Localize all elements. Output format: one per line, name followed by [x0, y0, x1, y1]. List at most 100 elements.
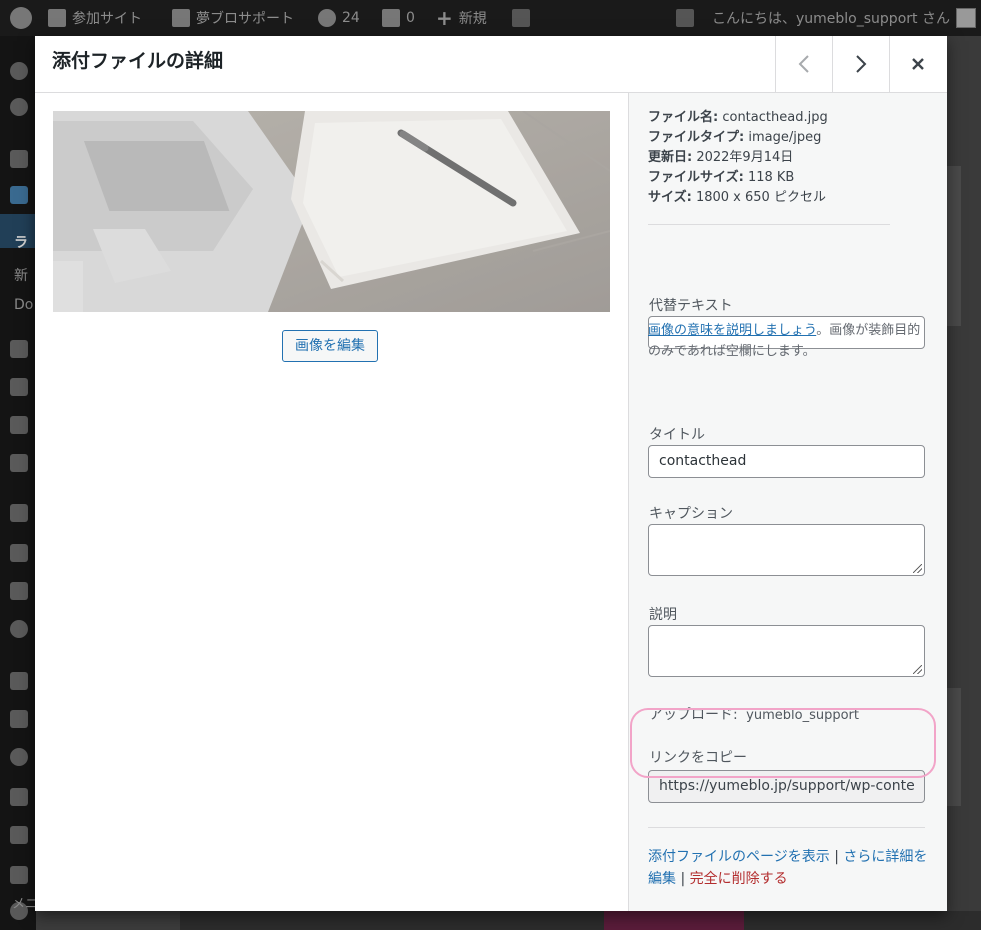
marketing-icon[interactable] — [10, 620, 28, 638]
filetype-value: image/jpeg — [748, 130, 822, 145]
alt-text-help-link[interactable]: 画像の意味を説明しましょう — [648, 323, 816, 338]
pages-icon[interactable] — [10, 340, 28, 358]
new-label: 新規 — [458, 11, 487, 27]
caption-textarea[interactable] — [648, 524, 925, 576]
attachment-details-modal: 添付ファイルの詳細 画像を編集 ファイル名: contacthead.jpg フ… — [35, 36, 947, 911]
uploaded-by-value: yumeblo_support — [746, 708, 859, 723]
site-name-menu[interactable]: 夢ブロサポート — [172, 0, 294, 36]
delete-permanently-link[interactable]: 完全に削除する — [690, 871, 788, 887]
background-thumbnail — [604, 911, 744, 930]
woocommerce-icon[interactable] — [10, 504, 28, 522]
laptop-notebook-image — [53, 111, 610, 312]
comments-icon[interactable] — [10, 378, 28, 396]
resize-handle-icon[interactable] — [913, 665, 922, 674]
products-icon[interactable] — [10, 544, 28, 562]
divider — [648, 224, 890, 225]
media-icon[interactable] — [10, 186, 28, 204]
comments-menu[interactable]: 0 — [382, 0, 415, 36]
view-attachment-page-link[interactable]: 添付ファイルのページを表示 — [648, 849, 830, 865]
plugins-icon[interactable] — [10, 710, 28, 728]
separator: | — [680, 871, 686, 887]
dimensions-value: 1800 x 650 ピクセル — [695, 190, 826, 205]
title-input[interactable]: contacthead — [648, 445, 925, 478]
filesize-label: ファイルサイズ: — [648, 170, 744, 185]
background-panel — [947, 688, 961, 806]
mail-icon[interactable] — [10, 416, 28, 434]
greeting: こんにちは、yumeblo_support さん — [712, 11, 950, 27]
alt-text-label: 代替テキスト — [649, 298, 733, 314]
file-details: ファイル名: contacthead.jpg ファイルタイプ: image/jp… — [648, 108, 828, 208]
dashboard-icon[interactable] — [10, 62, 28, 80]
title-label: タイトル — [649, 427, 705, 443]
filetype-row: ファイルタイプ: image/jpeg — [648, 128, 828, 148]
background-strip — [180, 911, 981, 930]
separator: | — [834, 849, 839, 865]
resize-handle-icon[interactable] — [913, 564, 922, 573]
tools-icon[interactable] — [10, 788, 28, 806]
sites-icon — [48, 9, 66, 27]
site-name-label: 夢ブロサポート — [196, 11, 294, 27]
close-icon — [912, 58, 924, 70]
divider — [648, 827, 925, 828]
description-textarea[interactable] — [648, 625, 925, 677]
analytics-icon[interactable] — [10, 582, 28, 600]
sidemenu-add-new[interactable]: 新 — [14, 265, 28, 285]
uploaded-by: アップロード: yumeblo_support — [649, 704, 859, 724]
chevron-left-icon — [798, 55, 809, 73]
filename-value: contacthead.jpg — [722, 110, 828, 125]
filesize-value: 118 KB — [747, 170, 795, 185]
caption-label: キャプション — [649, 506, 733, 522]
home-icon — [172, 9, 190, 27]
edit-image-button[interactable]: 画像を編集 — [282, 330, 378, 362]
pin-icon[interactable] — [10, 150, 28, 168]
attachment-actions: 添付ファイルのページを表示 | さらに詳細を編集 | 完全に削除する — [648, 846, 933, 890]
notification-icon[interactable] — [676, 0, 694, 36]
description-label: 説明 — [649, 607, 677, 623]
settings-icon[interactable] — [10, 826, 28, 844]
chevron-right-icon — [856, 55, 867, 73]
wordpress-logo-icon[interactable] — [10, 0, 32, 36]
plus-icon: + — [436, 6, 453, 30]
updates-icon — [318, 9, 336, 27]
dimensions-row: サイズ: 1800 x 650 ピクセル — [648, 188, 828, 208]
avatar — [955, 8, 976, 28]
alt-text-help: 画像の意味を説明しましょう。画像が装飾目的のみであれば空欄にします。 — [648, 320, 928, 362]
account-menu[interactable]: こんにちは、yumeblo_support さん — [712, 0, 976, 36]
close-button[interactable] — [889, 36, 946, 92]
modal-header: 添付ファイルの詳細 — [35, 36, 947, 93]
filetype-label: ファイルタイプ: — [648, 130, 745, 145]
modal-title: 添付ファイルの詳細 — [52, 50, 224, 72]
my-sites-menu[interactable]: 参加サイト — [48, 0, 142, 36]
jetpack-icon[interactable] — [10, 98, 28, 116]
plugin-icon[interactable] — [512, 0, 530, 36]
updated-value: 2022年9月14日 — [696, 150, 794, 165]
comments-count: 0 — [406, 10, 415, 26]
forms-icon[interactable] — [10, 454, 28, 472]
admin-side-menu: ラ 新 Do — [0, 36, 36, 930]
attachment-info-sidebar: ファイル名: contacthead.jpg ファイルタイプ: image/jp… — [628, 93, 947, 911]
comment-icon — [382, 9, 400, 27]
new-content-menu[interactable]: + 新規 — [436, 0, 487, 36]
background-panel — [947, 166, 961, 326]
seo-icon[interactable] — [10, 866, 28, 884]
updates-menu[interactable]: 24 — [318, 0, 360, 36]
copy-link-input[interactable]: https://yumeblo.jp/support/wp-conte — [648, 770, 925, 803]
copy-link-label: リンクをコピー — [649, 750, 747, 766]
previous-button[interactable] — [775, 36, 832, 92]
users-icon[interactable] — [10, 748, 28, 766]
filename-row: ファイル名: contacthead.jpg — [648, 108, 828, 128]
updated-row: 更新日: 2022年9月14日 — [648, 148, 828, 168]
my-sites-label: 参加サイト — [72, 11, 142, 27]
admin-bar: 参加サイト 夢ブロサポート 24 0 + 新規 こんにちは、yumeblo_su… — [0, 0, 981, 36]
attachment-media-view: 画像を編集 — [35, 93, 628, 911]
filename-label: ファイル名: — [648, 110, 719, 125]
sidemenu-library[interactable]: ラ — [14, 232, 28, 252]
attachment-image-preview — [53, 111, 610, 312]
uploaded-by-label: アップロード: — [649, 707, 738, 723]
sidemenu-download[interactable]: Do — [14, 297, 33, 313]
appearance-icon[interactable] — [10, 672, 28, 690]
filesize-row: ファイルサイズ: 118 KB — [648, 168, 828, 188]
dimensions-label: サイズ: — [648, 190, 692, 205]
next-button[interactable] — [832, 36, 889, 92]
updates-count: 24 — [342, 10, 360, 26]
